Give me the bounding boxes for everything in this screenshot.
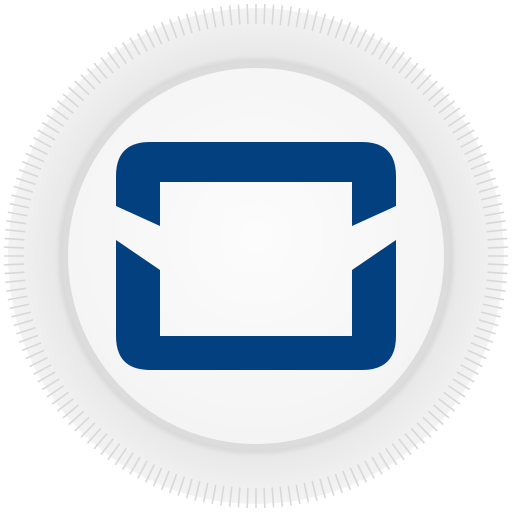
ring-tick (487, 246, 508, 249)
ring-tick (263, 487, 266, 508)
mail-app-icon[interactable] (0, 0, 512, 512)
ring-tick (4, 246, 25, 249)
ring-tick (246, 4, 249, 25)
ring-tick (487, 263, 508, 266)
ring-tick (4, 263, 25, 266)
ring-tick (263, 4, 266, 25)
app-icon[interactable] (0, 0, 512, 512)
ring-tick (246, 487, 249, 508)
